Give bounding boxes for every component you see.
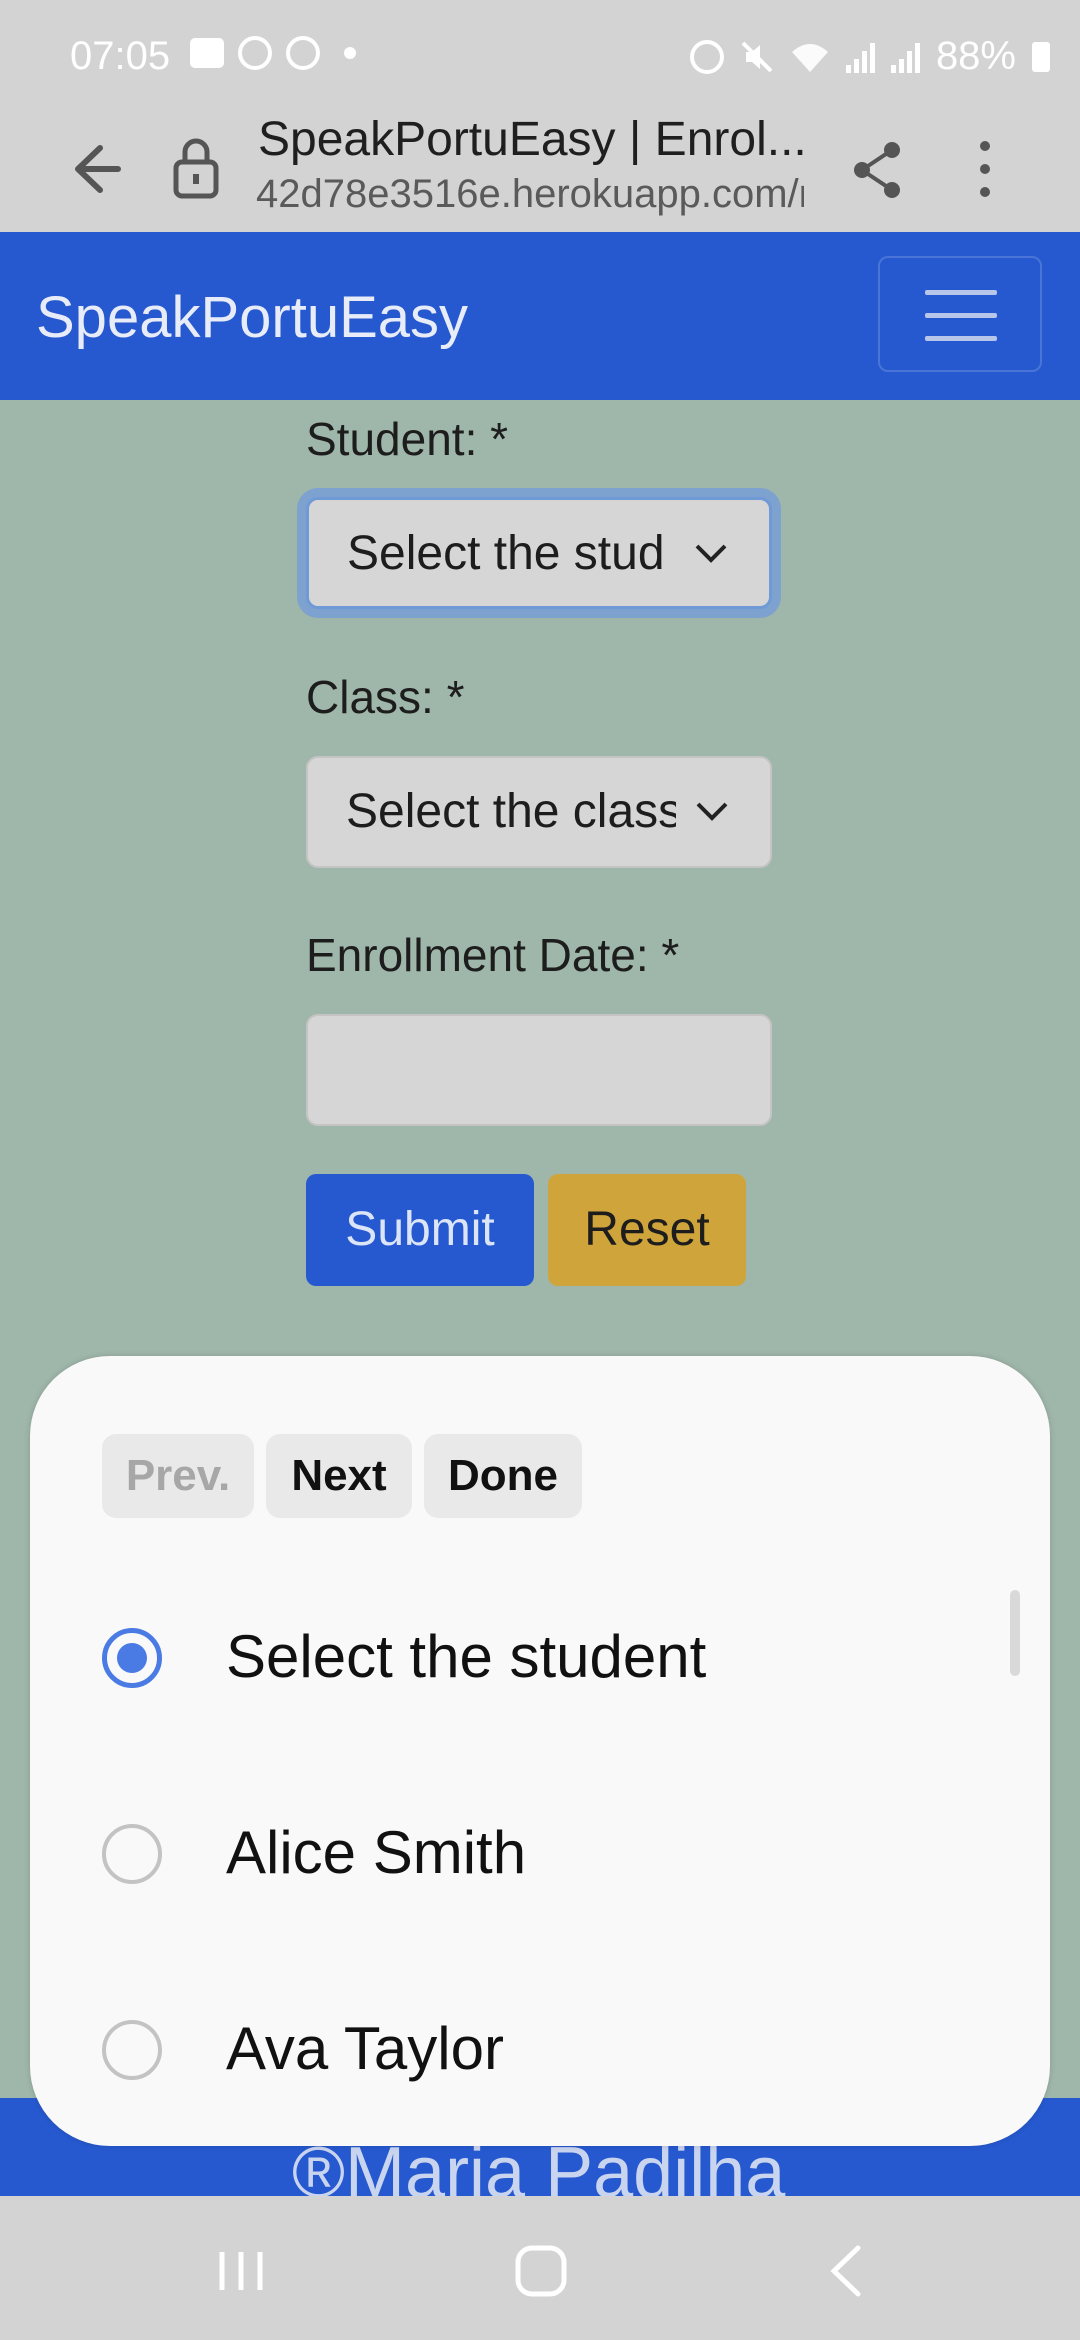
mute-icon bbox=[741, 41, 773, 72]
submit-button[interactable]: Submit bbox=[306, 1174, 534, 1286]
status-bar: 07:05 88% bbox=[0, 0, 1080, 112]
whatsapp-icon bbox=[286, 36, 320, 70]
alarm-icon bbox=[238, 36, 272, 70]
brand-logo[interactable]: SpeakPortuEasy bbox=[36, 284, 468, 351]
menu-toggle-button[interactable] bbox=[878, 256, 1042, 372]
page-title[interactable]: SpeakPortuEasy | Enrol... bbox=[258, 112, 807, 167]
recents-icon[interactable] bbox=[216, 2248, 266, 2294]
student-label: Student: * bbox=[306, 413, 509, 465]
next-button[interactable]: Next bbox=[266, 1434, 412, 1518]
browser-toolbar: SpeakPortuEasy | Enrol... 42d78e3516e.he… bbox=[0, 112, 1080, 232]
back-icon[interactable] bbox=[826, 2242, 866, 2300]
picker-option-label: Select the student bbox=[226, 1623, 707, 1690]
enrollment-date-input[interactable] bbox=[306, 1014, 772, 1126]
picker-scrollbar[interactable] bbox=[1010, 1590, 1020, 1676]
done-button[interactable]: Done bbox=[424, 1434, 582, 1518]
status-time: 07:05 bbox=[70, 34, 171, 78]
signal-icon bbox=[845, 41, 875, 73]
battery-icon bbox=[1032, 41, 1050, 72]
radio-unchecked-icon bbox=[102, 2020, 162, 2080]
hamburger-icon-bar bbox=[925, 336, 997, 341]
back-arrow-icon[interactable] bbox=[62, 134, 132, 204]
picker-option-label: Ava Taylor bbox=[226, 2015, 504, 2082]
student-select-value: Select the stud bbox=[347, 527, 665, 580]
prev-button[interactable]: Prev. bbox=[102, 1434, 254, 1518]
system-icons: 88% bbox=[689, 34, 1050, 79]
enrollment-date-label: Enrollment Date: * bbox=[306, 929, 680, 981]
picker-option[interactable]: Alice Smith bbox=[30, 1756, 990, 1952]
gallery-icon bbox=[190, 38, 224, 68]
hamburger-icon bbox=[925, 290, 997, 295]
picker-option-label: Alice Smith bbox=[226, 1819, 527, 1886]
student-select[interactable]: Select the stud bbox=[306, 497, 772, 609]
hamburger-icon-bar bbox=[925, 313, 997, 318]
select-picker-sheet: Prev. Next Done Select the student Alice… bbox=[30, 1356, 1050, 2146]
site-navbar: SpeakPortuEasy bbox=[0, 232, 1080, 400]
class-select[interactable]: Select the class bbox=[306, 756, 772, 868]
radio-unchecked-icon bbox=[102, 1824, 162, 1884]
class-select-value: Select the class bbox=[346, 785, 676, 838]
home-icon[interactable] bbox=[514, 2244, 568, 2298]
notification-icons bbox=[190, 36, 356, 70]
class-label: Class: * bbox=[306, 671, 465, 723]
reset-button[interactable]: Reset bbox=[548, 1174, 746, 1286]
wifi-icon bbox=[791, 43, 828, 72]
page-url[interactable]: 42d78e3516e.herokuapp.com/r bbox=[256, 172, 804, 217]
chevron-down-icon bbox=[696, 802, 728, 821]
more-options-icon[interactable] bbox=[960, 134, 1010, 204]
radio-checked-icon bbox=[102, 1628, 162, 1688]
picker-option[interactable]: Select the student bbox=[30, 1560, 990, 1756]
battery-text: 88% bbox=[935, 34, 1016, 78]
alarm-icon bbox=[689, 39, 724, 74]
share-icon[interactable] bbox=[848, 134, 908, 204]
system-navigation-bar bbox=[0, 2196, 1080, 2340]
signal-roaming-icon bbox=[890, 41, 920, 73]
picker-option[interactable]: Ava Taylor bbox=[30, 1952, 990, 2146]
lock-icon[interactable] bbox=[170, 134, 222, 204]
chevron-down-icon bbox=[695, 544, 727, 563]
dot-icon bbox=[344, 47, 356, 59]
